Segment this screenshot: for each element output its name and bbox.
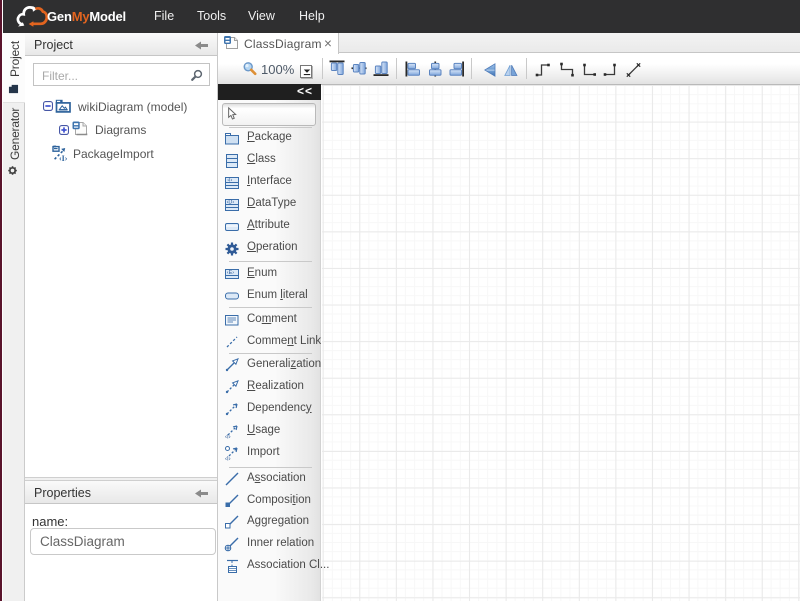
svg-text:‹I›: ‹I› bbox=[59, 154, 68, 162]
svg-text:‹E›: ‹E› bbox=[227, 270, 235, 276]
svg-text:‹I›: ‹I› bbox=[225, 457, 231, 462]
svg-text:‹I›: ‹I› bbox=[225, 435, 231, 440]
svg-text:‹I›: ‹I› bbox=[227, 177, 232, 183]
svg-text:‹D›: ‹D› bbox=[227, 199, 235, 205]
